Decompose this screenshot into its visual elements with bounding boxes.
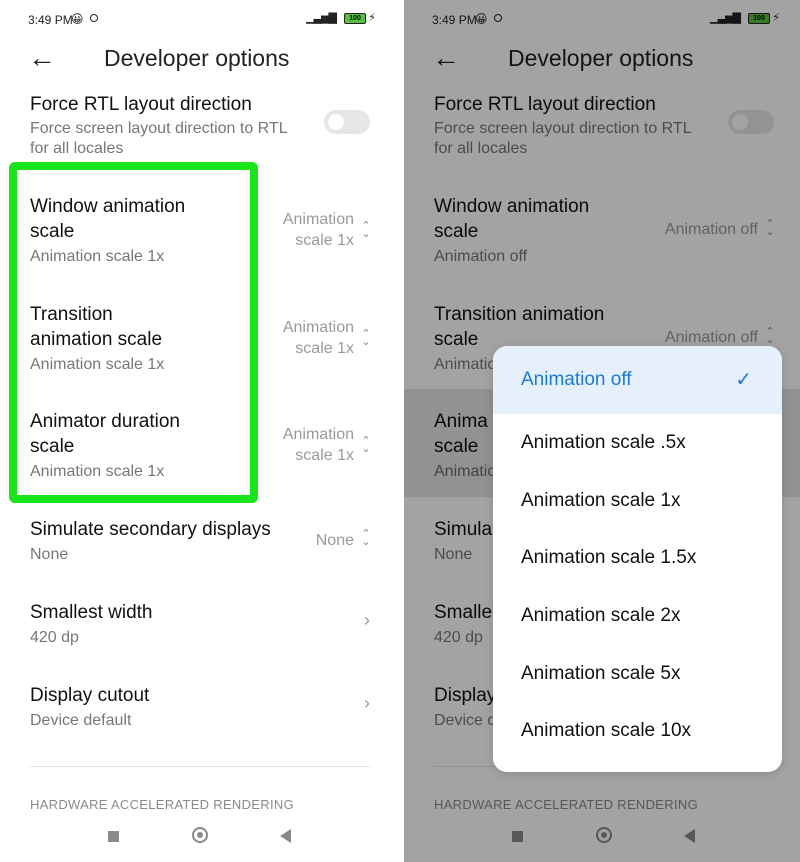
setting-value: Animation xyxy=(282,426,354,443)
up-down-icon: ⌃ ⌄ xyxy=(361,435,371,455)
battery-icon: 100 xyxy=(344,13,366,24)
section-header: HARDWARE ACCELERATED RENDERING xyxy=(30,797,294,812)
nav-bar xyxy=(0,820,396,852)
setting-title: Smallest width xyxy=(30,602,153,623)
setting-value: Animation xyxy=(282,211,354,228)
back-icon[interactable] xyxy=(280,829,291,843)
setting-title: Force RTL layout direction xyxy=(30,94,252,115)
status-bar: 3:49 PM 😀 ▁▃▅▇ 100 ⚡ xyxy=(0,0,396,40)
chevron-right-icon: › xyxy=(364,693,370,713)
popup-option-label: Animation scale .5x xyxy=(521,432,686,453)
popup-option-label: Animation scale 10x xyxy=(521,720,692,742)
popup-option-label: Animation scale 5x xyxy=(521,662,681,684)
popup-option-scale-10x[interactable]: Animation scale 10x xyxy=(493,702,782,760)
popup-option-label: Animation scale 1x xyxy=(521,489,681,511)
popup-option-scale-1-5x[interactable]: Animation scale 1.5x xyxy=(493,529,782,587)
setting-smallest-width[interactable]: Smallest width 420 dp › xyxy=(0,600,396,650)
signal-icon: ▁▃▅▇ xyxy=(306,12,337,24)
popup-option-animation-off[interactable]: Animation off ✓ xyxy=(493,346,782,414)
page-title: Developer options xyxy=(104,45,290,71)
toggle-knob xyxy=(328,114,344,130)
setting-value: scale 1x xyxy=(295,232,354,249)
setting-subtitle: Force screen layout direction to RTL xyxy=(30,120,288,137)
setting-title: Simulate secondary displays xyxy=(30,519,271,540)
popup-option-scale-0-5x[interactable]: Animation scale .5x xyxy=(493,414,782,472)
status-time: 3:49 PM xyxy=(28,13,73,27)
setting-subtitle: for all locales xyxy=(30,140,124,157)
setting-simulate-secondary-displays[interactable]: Simulate secondary displays None None ⌃ ⌄ xyxy=(0,517,396,567)
popup-option-label: Animation scale 1.5x xyxy=(521,547,697,569)
popup-option-scale-2x[interactable]: Animation scale 2x xyxy=(493,587,782,645)
up-down-icon: ⌃ ⌄ xyxy=(361,528,371,548)
popup-option-scale-5x[interactable]: Animation scale 5x xyxy=(493,645,782,703)
rtl-toggle[interactable] xyxy=(324,110,370,134)
popup-option-scale-1x[interactable]: Animation scale 1x xyxy=(493,472,782,530)
check-icon: ✓ xyxy=(735,369,752,391)
back-arrow-icon[interactable]: ← xyxy=(28,42,56,74)
setting-value: scale 1x xyxy=(295,447,354,464)
divider xyxy=(30,766,370,767)
popup-option-label: Animation scale 2x xyxy=(521,605,681,627)
left-screen: 3:49 PM 😀 ▁▃▅▇ 100 ⚡ ← Developer options… xyxy=(0,0,396,862)
charging-icon: ⚡ xyxy=(368,12,376,24)
home-icon[interactable] xyxy=(192,827,208,843)
setting-subtitle: Device default xyxy=(30,712,132,729)
emoji-icon: 😀 xyxy=(71,12,84,26)
setting-value: Animation xyxy=(282,319,354,336)
setting-title: Display cutout xyxy=(30,685,150,706)
up-down-icon: ⌃ ⌄ xyxy=(361,220,371,240)
setting-force-rtl[interactable]: Force RTL layout direction Force screen … xyxy=(0,92,396,158)
notification-icon xyxy=(90,14,98,22)
setting-display-cutout[interactable]: Display cutout Device default › xyxy=(0,683,396,733)
header: ← Developer options xyxy=(0,40,396,80)
setting-value: scale 1x xyxy=(295,340,354,357)
popup-option-label: Animation off xyxy=(521,369,632,390)
up-down-icon: ⌃ ⌄ xyxy=(361,328,371,348)
setting-subtitle: 420 dp xyxy=(30,629,79,646)
right-screen: 3:49 PM 😀 ▁▃▅▇ 100 ⚡ ← Developer options… xyxy=(404,0,800,862)
setting-subtitle: None xyxy=(30,546,69,563)
setting-value: None xyxy=(315,532,354,549)
animation-scale-popup-menu: Animation off ✓ Animation scale .5x Anim… xyxy=(493,346,782,772)
highlight-box xyxy=(9,162,258,503)
chevron-right-icon: › xyxy=(364,610,370,630)
recents-icon[interactable] xyxy=(108,831,119,842)
